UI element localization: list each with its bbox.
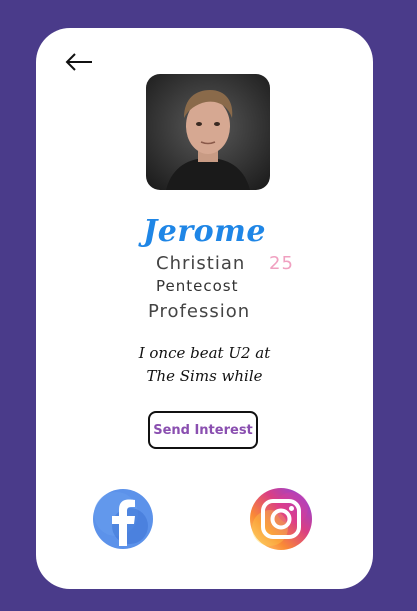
profile-photo <box>146 74 270 190</box>
bio-line-2: The Sims while <box>146 367 263 385</box>
profile-religion: Christian <box>156 253 246 274</box>
profile-age: 25 <box>269 253 294 274</box>
profile-name: Jerome <box>143 214 266 249</box>
instagram-icon[interactable] <box>246 484 316 554</box>
facebook-icon[interactable] <box>88 484 158 554</box>
bio-line-1: I once beat U2 at <box>138 344 271 362</box>
profile-denomination: Pentecost <box>156 277 239 295</box>
profile-bio: I once beat U2 at The Sims while <box>36 342 373 388</box>
profile-profession: Profession <box>148 301 251 322</box>
profile-card: Jerome Christian 25 Pentecost Profession… <box>36 28 373 589</box>
send-interest-button[interactable]: Send Interest <box>148 411 258 449</box>
back-arrow-icon[interactable] <box>64 50 94 74</box>
